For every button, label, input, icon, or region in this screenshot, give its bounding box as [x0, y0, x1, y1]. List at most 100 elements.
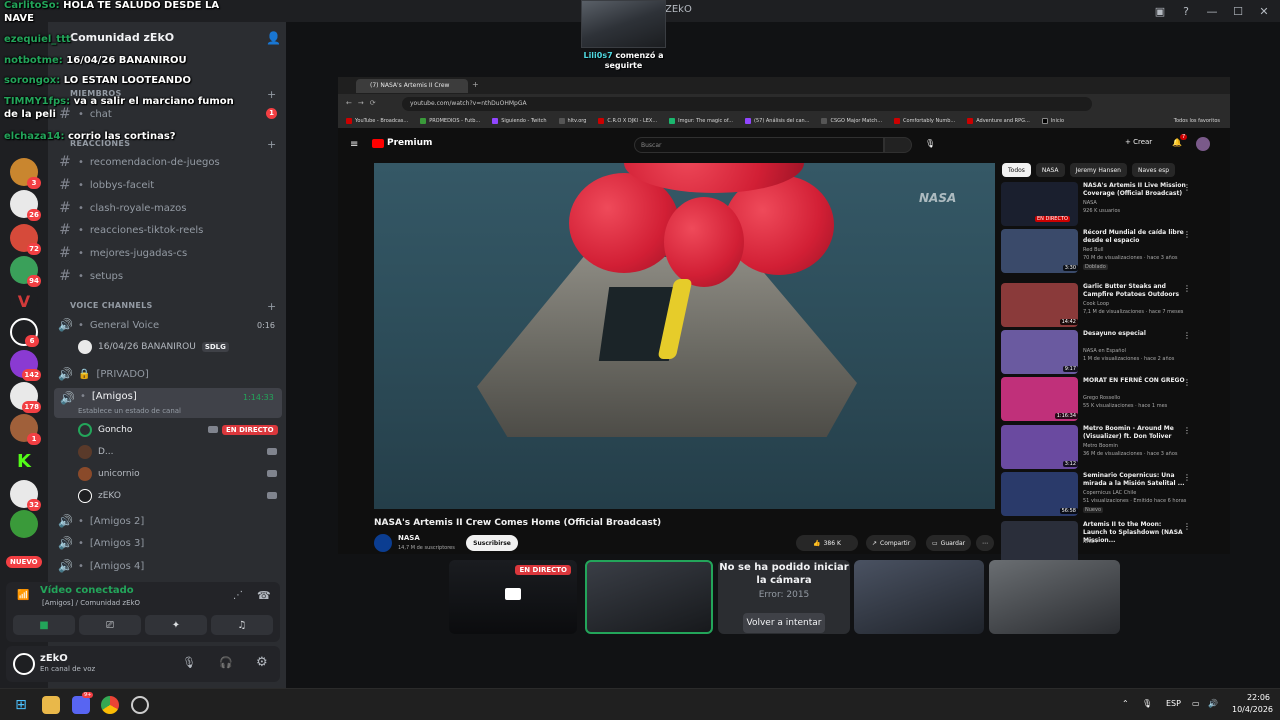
server-icon[interactable]: 32 [10, 480, 41, 511]
add-channel-icon[interactable]: + [267, 300, 276, 313]
more-options-icon[interactable]: ⋮ [1183, 331, 1191, 340]
bookmark[interactable]: C.R.O X DJKI - LEX... [598, 118, 657, 124]
noise-suppression-icon[interactable]: ⋰ [233, 590, 243, 601]
volume-icon[interactable]: 🔊 [1208, 699, 1218, 708]
add-channel-icon[interactable]: + [267, 88, 276, 101]
server-icon[interactable]: 26 [10, 190, 41, 221]
chip-jeremy-hansen[interactable]: Jeremy Hansen [1069, 163, 1127, 177]
server-icon[interactable]: 94 [10, 256, 41, 287]
chip-naves[interactable]: Naves esp [1131, 163, 1176, 177]
obs-icon[interactable] [131, 696, 149, 714]
recommended-channel[interactable]: NASA [1083, 539, 1097, 545]
server-icon[interactable]: 178 [10, 382, 41, 413]
channel-clash-royale-mazos[interactable]: # • clash-royale-mazos [58, 198, 186, 218]
voice-member[interactable]: unicornio [78, 465, 140, 483]
avatar[interactable] [1196, 137, 1210, 151]
voice-channel-amigos-4[interactable]: 🔊 • [Amigos 4] [58, 556, 144, 576]
video-player[interactable]: NASA [374, 163, 995, 509]
voice-member[interactable]: 16/04/26 BANANIROU SDLG [78, 338, 229, 356]
voice-channel-general[interactable]: 🔊 • General Voice [58, 315, 159, 335]
channel-name[interactable]: NASA [398, 534, 420, 542]
more-options-icon[interactable]: ⋮ [1183, 378, 1191, 387]
recommended-video[interactable]: 3:30 Récord Mundial de caída libre desde … [1001, 229, 1223, 273]
share-button[interactable]: ↗ Compartir [866, 535, 917, 551]
nav-arrows-icon[interactable]: ←→⟳ [346, 99, 382, 107]
server-icon[interactable]: 142 [10, 350, 41, 381]
discord-icon[interactable] [72, 696, 90, 714]
voice-channel-privado[interactable]: 🔊 🔒 [PRIVADO] [58, 364, 149, 384]
server-icon[interactable]: 3 [10, 158, 41, 189]
voice-member[interactable]: D... [78, 443, 114, 461]
more-options-icon[interactable]: ⋮ [1183, 230, 1191, 239]
recommended-video[interactable]: 9:17 Desayuno especial NASA en Español 1 M … [1001, 330, 1223, 374]
headphones-icon[interactable]: 🎧 [219, 656, 233, 669]
address-bar[interactable]: youtube.com/watch?v=nthDuOHMpGA [402, 97, 1092, 111]
recommended-title[interactable]: Garlic Butter Steaks and Campfire Potato… [1083, 283, 1187, 299]
participant-tile-stream[interactable]: EN DIRECTO [449, 560, 577, 634]
soundboard-button[interactable]: ♫ [211, 615, 273, 635]
retry-button[interactable]: Volver a intentar [743, 613, 825, 633]
screen-share-button[interactable]: ⎚ [79, 615, 141, 635]
participant-tile-webcam[interactable] [854, 560, 984, 634]
chip-nasa[interactable]: NASA [1035, 163, 1065, 177]
recommended-title[interactable]: Desayuno especial [1083, 330, 1187, 338]
microphone-icon[interactable]: 🎙 [1142, 699, 1152, 708]
channel-avatar[interactable] [374, 534, 392, 552]
recommended-title[interactable]: Artemis II to the Moon: Launch to Splash… [1083, 521, 1187, 545]
server-icon[interactable] [10, 510, 38, 538]
voice-location[interactable]: [Amigos] / Comunidad zEkO [42, 599, 140, 607]
voice-member[interactable]: zEKO [78, 487, 121, 505]
voice-connected-status[interactable]: Vídeo conectado [40, 585, 134, 596]
recommended-video[interactable]: 56:58 Seminario Copernicus: Una mirada a … [1001, 472, 1223, 516]
avatar[interactable] [13, 653, 35, 675]
video-thumbnail[interactable] [1001, 521, 1078, 565]
network-icon[interactable]: ▭ [1192, 699, 1200, 708]
recommended-title[interactable]: NASA's Artemis II Live Mission Coverage … [1083, 182, 1187, 198]
recommended-channel[interactable]: Grego Rossello [1083, 395, 1120, 401]
channel-lobbys-faceit[interactable]: # • lobbys-faceit [58, 175, 154, 195]
participant-tile-webcam[interactable] [989, 560, 1120, 634]
activities-button[interactable]: ✦ [145, 615, 207, 635]
recommended-video[interactable]: 3:12 Metro Boomin - Around Me (Visualizer… [1001, 425, 1223, 469]
bookmark[interactable]: Imgur: The magic of... [669, 118, 733, 124]
bookmark[interactable]: YouTube - Broadcas... [346, 118, 408, 124]
like-button[interactable]: 👍 386 K [796, 535, 858, 551]
recommended-channel[interactable]: NASA [1083, 200, 1097, 206]
add-channel-icon[interactable]: + [267, 138, 276, 151]
more-options-icon[interactable]: ⋮ [1183, 284, 1191, 293]
subscribe-button[interactable]: Suscribirse [466, 535, 518, 551]
camera-button[interactable]: ■ [13, 615, 75, 635]
recommended-channel[interactable]: Red Bull [1083, 247, 1103, 253]
recommended-video[interactable]: EN DIRECTO NASA's Artemis II Live Mission… [1001, 182, 1223, 226]
minimize-icon[interactable]: — [1204, 3, 1220, 19]
recommended-channel[interactable]: Metro Boomin [1083, 443, 1118, 449]
more-actions-icon[interactable]: ⋯ [976, 535, 994, 551]
recommended-channel[interactable]: Cook Loop [1083, 301, 1109, 307]
settings-gear-icon[interactable]: ⚙ [256, 655, 268, 670]
kick-server-icon[interactable]: K [10, 448, 38, 476]
recommended-title[interactable]: Récord Mundial de caída libre desde el e… [1083, 229, 1187, 245]
server-icon[interactable]: 72 [10, 224, 41, 255]
category-voice[interactable]: VOICE CHANNELS [70, 301, 153, 310]
tray-overflow-icon[interactable]: ⌃ [1122, 699, 1129, 708]
channel-setups[interactable]: # • setups [58, 266, 123, 286]
channel-status[interactable]: Establece un estado de canal [78, 407, 181, 415]
more-options-icon[interactable]: ⋮ [1183, 473, 1191, 482]
bookmark[interactable]: CSGO Major Match... [821, 118, 882, 124]
bookmark[interactable]: PROMEDIOS - Futb... [420, 118, 480, 124]
voice-search-icon[interactable]: 🎙 [925, 139, 935, 148]
chip-all[interactable]: Todos [1002, 163, 1031, 177]
inbox-icon[interactable]: ▣ [1152, 3, 1168, 19]
recommended-title[interactable]: MORAT EN FERNÉ CON GREGO [1083, 377, 1187, 385]
file-explorer-icon[interactable] [42, 696, 60, 714]
bookmark[interactable]: Inicio [1041, 118, 1064, 124]
browser-tab[interactable]: (7) NASA's Artemis II Crew [356, 79, 468, 93]
recommended-video[interactable]: 1:16:34 MORAT EN FERNÉ CON GREGO Grego Ros… [1001, 377, 1223, 421]
voice-channel-amigos-3[interactable]: 🔊 • [Amigos 3] [58, 533, 144, 553]
voice-member[interactable]: Goncho [78, 421, 132, 439]
username[interactable]: zEkO [40, 653, 68, 664]
windows-start-icon[interactable]: ⊞ [12, 696, 30, 714]
disconnect-icon[interactable]: ☎ [257, 589, 271, 602]
participant-tile-webcam[interactable] [585, 560, 713, 634]
more-options-icon[interactable]: ⋮ [1183, 426, 1191, 435]
